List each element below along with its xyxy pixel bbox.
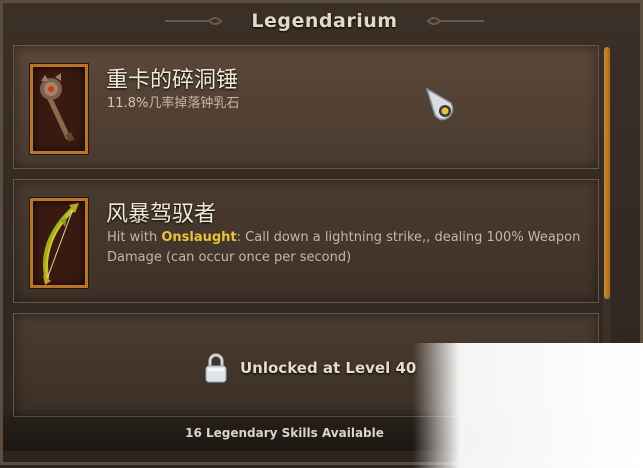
item-name: 风暴驾驭者 [106,202,217,227]
drop-chance: 11.8% [107,96,149,111]
item-icon-frame [30,198,88,288]
item-icon-frame [30,64,88,154]
legendarium-panel: Legendarium 重卡的碎洞锤 11.8%几率掉落钟乳石 风暴驾驭者 Hi… [0,0,643,468]
item-description: Hit with Onslaught: Call down a lightnin… [107,228,587,268]
legendary-item-card[interactable]: 风暴驾驭者 Hit with Onslaught: Call down a li… [13,179,599,303]
skill-highlight: Onslaught [161,230,237,245]
cursor-pointer-icon [425,87,454,121]
item-description: 11.8%几率掉落钟乳石 [107,94,587,114]
header-ornament-left-icon [165,17,223,25]
header-ornament-right-icon [426,17,484,25]
padlock-icon [205,353,227,383]
hammer-icon [40,73,75,142]
panel-header: Legendarium [3,3,643,39]
legendary-item-card[interactable]: 重卡的碎洞锤 11.8%几率掉落钟乳石 [13,45,599,169]
watermark-overlay [413,343,643,468]
item-name: 重卡的碎洞锤 [106,68,239,93]
skills-available-count: 16 Legendary Skills Available [185,426,384,440]
unlock-requirement: Unlocked at Level 40 [240,359,417,377]
bow-icon [42,203,79,285]
lock-row: Unlocked at Level 40 [204,352,416,384]
scroll-thumb[interactable] [604,47,610,299]
desc-prefix: Hit with [107,230,162,245]
page-title: Legendarium [251,10,398,32]
item-description-text: 几率掉落钟乳石 [148,96,240,111]
